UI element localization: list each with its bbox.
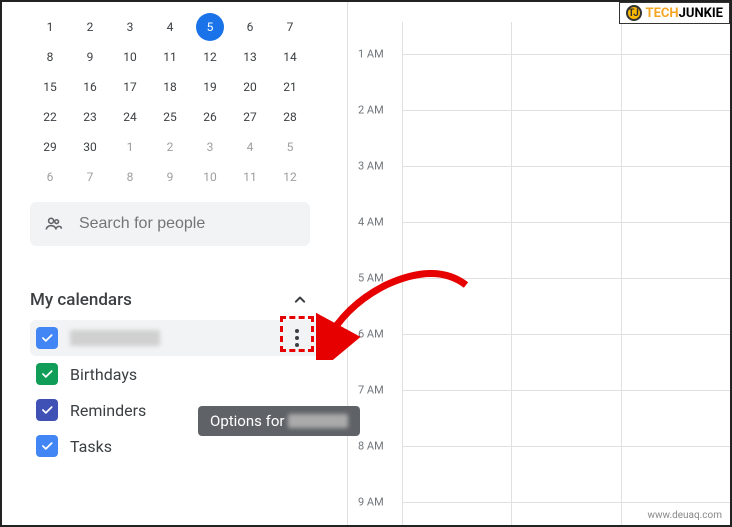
hour-label: 2 AM [358, 104, 384, 117]
mini-calendar-day[interactable]: 8 [30, 42, 70, 72]
mini-calendar-day[interactable]: 11 [150, 42, 190, 72]
hour-line [402, 110, 730, 111]
mini-calendar-day[interactable]: 2 [150, 132, 190, 162]
brand-watermark: TJ TECHJUNKIE [619, 2, 730, 24]
mini-calendar-day[interactable]: 9 [150, 162, 190, 192]
mini-calendar-day[interactable]: 23 [70, 102, 110, 132]
mini-calendar-day[interactable]: 6 [230, 12, 270, 42]
options-tooltip: Options for [198, 406, 360, 436]
mini-calendar-day[interactable]: 10 [190, 162, 230, 192]
mini-calendar-day[interactable]: 29 [30, 132, 70, 162]
hour-label: 3 AM [358, 160, 384, 173]
hour-label: 4 AM [358, 216, 384, 229]
mini-calendar-day[interactable]: 5 [190, 12, 230, 42]
calendar-list: Birthdays Reminders Tasks [30, 320, 330, 464]
hour-line [402, 446, 730, 447]
mini-calendar-day[interactable]: 7 [270, 12, 310, 42]
calendar-checkbox[interactable] [36, 363, 58, 385]
calendar-label: Reminders [70, 401, 146, 420]
mini-calendar-day[interactable]: 19 [190, 72, 230, 102]
mini-calendar-day[interactable]: 5 [270, 132, 310, 162]
mini-calendar-day[interactable]: 13 [230, 42, 270, 72]
calendar-checkbox[interactable] [36, 399, 58, 421]
people-icon [44, 213, 63, 235]
hour-label: 7 AM [358, 384, 384, 397]
time-grid-panel[interactable]: 1 AM 2 AM 3 AM 4 AM 5 AM 6 AM 7 AM 8 AM 9 AM [348, 2, 730, 525]
search-input[interactable] [79, 215, 296, 233]
hour-line [402, 334, 730, 335]
mini-calendar-day[interactable]: 15 [30, 72, 70, 102]
mini-calendar-day[interactable]: 1 [30, 12, 70, 42]
calendar-label: Tasks [70, 437, 112, 456]
calendar-label: Birthdays [70, 365, 137, 384]
search-people[interactable] [30, 202, 310, 246]
mini-calendar-day[interactable]: 6 [30, 162, 70, 192]
mini-calendar-day[interactable]: 17 [110, 72, 150, 102]
section-title: My calendars [30, 290, 132, 310]
hour-label: 5 AM [358, 272, 384, 285]
mini-calendar-day[interactable]: 14 [270, 42, 310, 72]
mini-calendar-day[interactable]: 16 [70, 72, 110, 102]
hour-line [402, 54, 730, 55]
tooltip-redacted [288, 414, 348, 428]
hour-line [402, 390, 730, 391]
hour-label: 8 AM [358, 440, 384, 453]
mini-calendar-day[interactable]: 10 [110, 42, 150, 72]
mini-calendar-day[interactable]: 28 [270, 102, 310, 132]
site-watermark: www.deuaq.com [648, 510, 723, 521]
hour-label: 9 AM [358, 496, 384, 509]
mini-calendar-day[interactable]: 12 [190, 42, 230, 72]
mini-calendar[interactable]: 1234567891011121314151617181920212223242… [30, 12, 310, 192]
mini-calendar-day[interactable]: 30 [70, 132, 110, 162]
mini-calendar-day[interactable]: 8 [110, 162, 150, 192]
mini-calendar-day[interactable]: 18 [150, 72, 190, 102]
mini-calendar-day[interactable]: 2 [70, 12, 110, 42]
hour-label: 1 AM [358, 48, 384, 61]
mini-calendar-day[interactable]: 4 [150, 12, 190, 42]
mini-calendar-day[interactable]: 4 [230, 132, 270, 162]
mini-calendar-day[interactable]: 7 [70, 162, 110, 192]
mini-calendar-day[interactable]: 1 [110, 132, 150, 162]
mini-calendar-day[interactable]: 11 [230, 162, 270, 192]
hour-line [402, 222, 730, 223]
hour-line [402, 278, 730, 279]
calendar-checkbox[interactable] [36, 327, 58, 349]
chevron-up-icon [290, 290, 310, 310]
hour-line [402, 502, 730, 503]
calendar-label [70, 330, 160, 346]
mini-calendar-day[interactable]: 12 [270, 162, 310, 192]
mini-calendar-day[interactable]: 22 [30, 102, 70, 132]
mini-calendar-day[interactable]: 24 [110, 102, 150, 132]
mini-calendar-day[interactable]: 3 [110, 12, 150, 42]
tooltip-prefix: Options for [210, 412, 284, 430]
hour-label: 6 AM [358, 328, 384, 341]
calendar-checkbox[interactable] [36, 435, 58, 457]
mini-calendar-day[interactable]: 9 [70, 42, 110, 72]
mini-calendar-day[interactable]: 26 [190, 102, 230, 132]
my-calendars-header[interactable]: My calendars [30, 290, 310, 310]
calendar-item[interactable] [30, 320, 330, 356]
mini-calendar-day[interactable]: 21 [270, 72, 310, 102]
mini-calendar-day[interactable]: 27 [230, 102, 270, 132]
calendar-options-icon[interactable] [286, 325, 308, 351]
calendar-item[interactable]: Birthdays [30, 356, 330, 392]
mini-calendar-day[interactable]: 3 [190, 132, 230, 162]
hour-line [402, 166, 730, 167]
mini-calendar-day[interactable]: 20 [230, 72, 270, 102]
mini-calendar-day[interactable]: 25 [150, 102, 190, 132]
